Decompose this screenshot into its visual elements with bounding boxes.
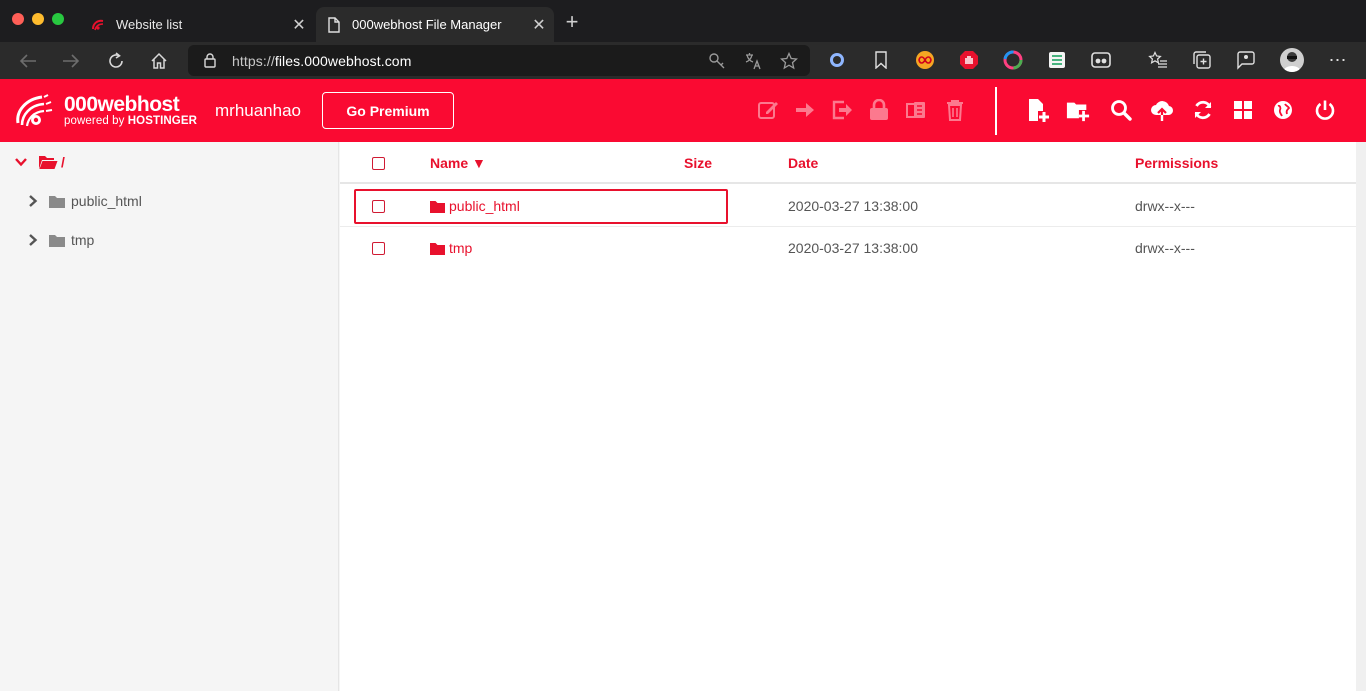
lock-icon xyxy=(204,53,216,73)
search-icon[interactable] xyxy=(1109,98,1133,122)
file-name: tmp xyxy=(449,240,473,256)
grid-view-icon[interactable] xyxy=(1231,98,1255,122)
selection-highlight xyxy=(354,189,728,224)
collections-icon[interactable] xyxy=(1192,50,1212,70)
file-name-link[interactable]: public_html xyxy=(430,198,520,214)
edit-icon[interactable] xyxy=(756,98,780,122)
minimize-window-button[interactable] xyxy=(32,13,44,25)
tree-root-label: / xyxy=(61,154,65,170)
select-all-checkbox[interactable] xyxy=(372,157,385,170)
globe-icon[interactable] xyxy=(1271,98,1295,122)
size-column-header[interactable]: Size xyxy=(684,155,712,171)
folder-icon xyxy=(49,195,65,208)
tree-item-public-html[interactable]: public_html xyxy=(28,193,142,209)
go-premium-button[interactable]: Go Premium xyxy=(322,92,454,129)
table-row[interactable]: public_html 2020-03-27 13:38:00 drwx--x-… xyxy=(340,185,1356,227)
brand-tagline: powered by HOSTINGER xyxy=(64,115,198,127)
tab-title: Website list xyxy=(116,17,183,32)
scrollbar[interactable] xyxy=(1356,142,1366,691)
favorites-list-icon[interactable] xyxy=(1148,50,1168,70)
lock-icon[interactable] xyxy=(867,98,891,122)
reload-button[interactable] xyxy=(103,48,129,74)
adblock-hand-icon[interactable] xyxy=(959,50,979,70)
name-column-header[interactable]: Name ▼ xyxy=(430,155,486,171)
tree-item-tmp[interactable]: tmp xyxy=(28,232,94,248)
new-file-icon[interactable] xyxy=(1026,98,1050,122)
new-folder-icon[interactable] xyxy=(1066,98,1090,122)
back-button[interactable] xyxy=(15,48,41,74)
file-name: public_html xyxy=(449,198,520,214)
app-header: 000webhost powered by HOSTINGER mrhuanha… xyxy=(0,79,1366,142)
move-icon[interactable] xyxy=(793,98,817,122)
favorite-star-icon[interactable] xyxy=(779,51,799,75)
bookmark-icon[interactable] xyxy=(871,50,891,70)
swirl-logo-icon xyxy=(14,93,56,129)
key-icon[interactable] xyxy=(708,52,726,75)
feedback-icon[interactable] xyxy=(1236,50,1256,70)
url-text: https://files.000webhost.com xyxy=(232,53,412,69)
username-label: mrhuanhao xyxy=(215,101,302,120)
toolbar-divider xyxy=(995,87,997,135)
chevron-down-icon[interactable] xyxy=(15,157,27,167)
chevron-right-icon[interactable] xyxy=(28,234,38,246)
date-column-header[interactable]: Date xyxy=(788,155,818,171)
extract-icon[interactable] xyxy=(904,98,928,122)
close-window-button[interactable] xyxy=(12,13,24,25)
power-icon[interactable] xyxy=(1313,98,1337,122)
infinity-extension-icon[interactable] xyxy=(915,50,935,70)
folder-icon xyxy=(49,234,65,247)
table-row[interactable]: tmp 2020-03-27 13:38:00 drwx--x--- xyxy=(340,227,1356,269)
brand-logo[interactable]: 000webhost powered by HOSTINGER xyxy=(14,93,197,129)
address-bar[interactable]: https://files.000webhost.com xyxy=(188,45,810,76)
tree-item-label: public_html xyxy=(71,193,142,209)
forward-button[interactable] xyxy=(58,48,84,74)
zoom-window-button[interactable] xyxy=(52,13,64,25)
refresh-icon[interactable] xyxy=(1191,98,1215,122)
file-date: 2020-03-27 13:38:00 xyxy=(788,198,918,214)
brand-name: 000webhost xyxy=(64,93,180,116)
file-permissions: drwx--x--- xyxy=(1135,198,1195,214)
file-date: 2020-03-27 13:38:00 xyxy=(788,240,918,256)
page-icon xyxy=(326,16,342,33)
file-name-link[interactable]: tmp xyxy=(430,240,472,256)
new-tab-button[interactable]: + xyxy=(560,11,584,35)
sheets-extension-icon[interactable] xyxy=(1047,50,1067,70)
more-menu-icon[interactable]: ⋯ xyxy=(1328,50,1348,70)
glasses-extension-icon[interactable] xyxy=(1091,50,1111,70)
tab-file-manager[interactable]: 000webhost File Manager ✕ xyxy=(316,7,554,42)
browser-toolbar: https://files.000webhost.com ⋯ xyxy=(0,42,1366,79)
tab-title: 000webhost File Manager xyxy=(352,17,502,32)
color-picker-icon[interactable] xyxy=(1003,50,1023,70)
file-list: Name ▼ Size Date Permissions public_html… xyxy=(340,142,1356,691)
export-icon[interactable] xyxy=(830,98,854,122)
row-checkbox[interactable] xyxy=(372,242,385,255)
file-permissions: drwx--x--- xyxy=(1135,240,1195,256)
table-header: Name ▼ Size Date Permissions xyxy=(340,142,1356,184)
000webhost-favicon-icon xyxy=(90,17,106,33)
upload-icon[interactable] xyxy=(1150,98,1174,122)
close-tab-icon[interactable]: ✕ xyxy=(528,14,550,36)
folder-tree: / public_html tmp xyxy=(0,142,339,691)
close-tab-icon[interactable]: ✕ xyxy=(288,14,310,36)
tree-item-label: tmp xyxy=(71,232,95,248)
tree-root[interactable]: / xyxy=(15,154,65,170)
folder-icon xyxy=(430,242,445,255)
browser-tab-bar: Website list ✕ 000webhost File Manager ✕… xyxy=(0,0,1366,42)
permissions-column-header[interactable]: Permissions xyxy=(1135,155,1218,171)
folder-icon xyxy=(430,200,445,213)
translate-icon[interactable] xyxy=(744,52,762,75)
home-button[interactable] xyxy=(146,48,172,74)
chevron-right-icon[interactable] xyxy=(28,195,38,207)
row-checkbox[interactable] xyxy=(372,200,385,213)
open-folder-icon xyxy=(38,154,58,170)
trash-icon[interactable] xyxy=(943,98,967,122)
circle-extension-icon[interactable] xyxy=(827,50,847,70)
tab-website-list[interactable]: Website list ✕ xyxy=(80,7,314,42)
profile-avatar[interactable] xyxy=(1280,48,1304,72)
